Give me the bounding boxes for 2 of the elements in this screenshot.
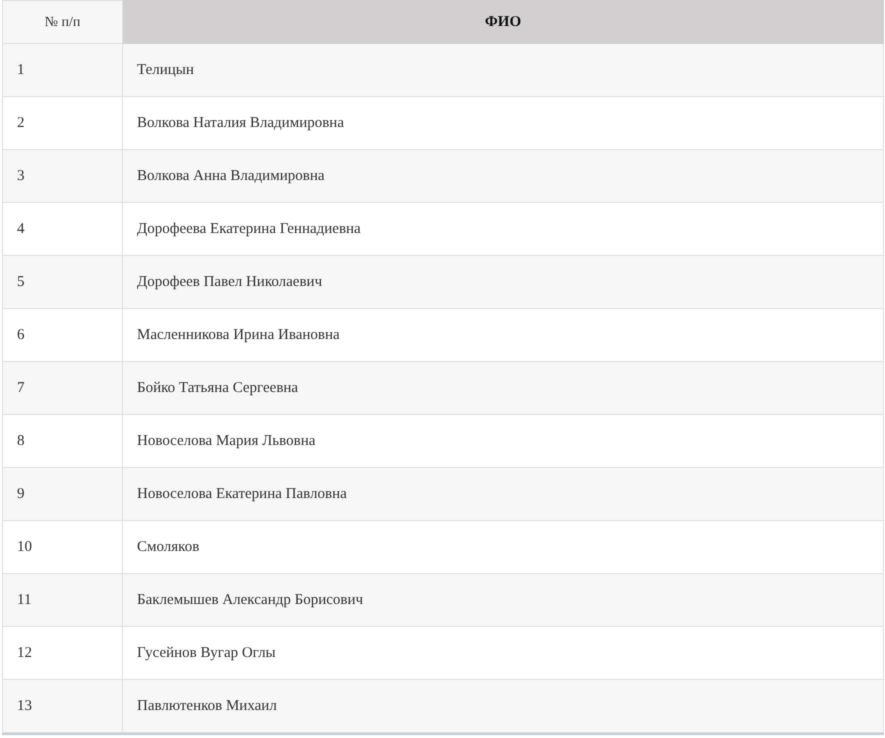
- column-header: ФИО: [122, 0, 884, 44]
- column-header: № п/п: [2, 0, 122, 44]
